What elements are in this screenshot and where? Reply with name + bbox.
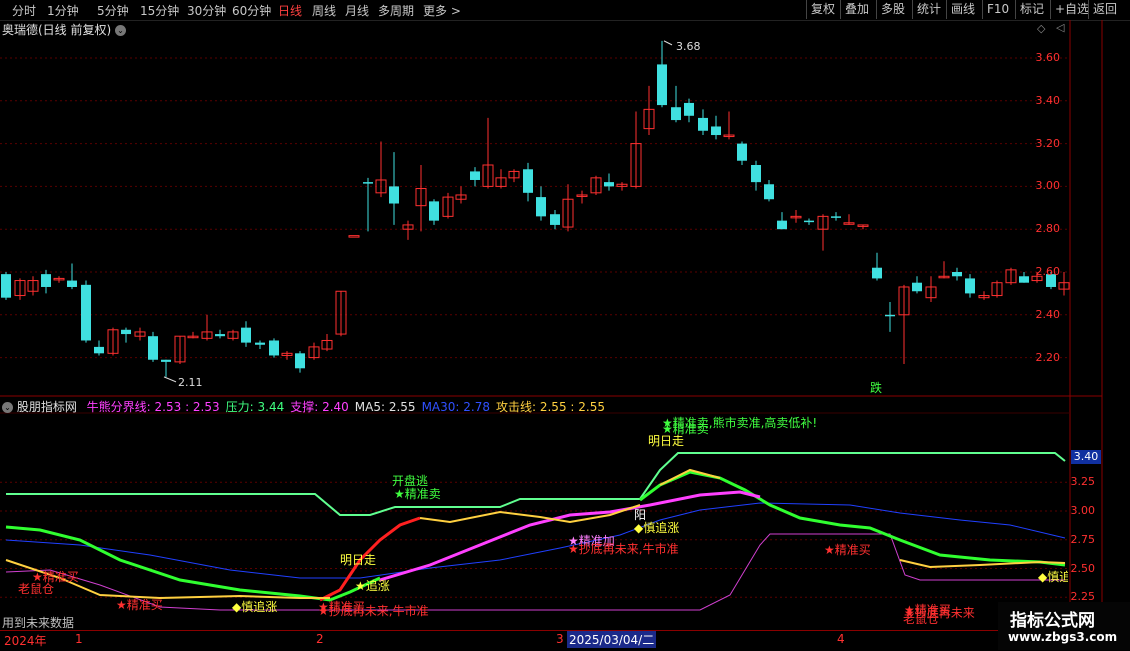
candle-body-down [295, 353, 305, 369]
time-label-month1: 1 [75, 632, 83, 646]
indicator-legend: ⌄ 股朋指标网 牛熊分界线: 2.53 : 2.53 压力: 3.44 支撑: 2.… [2, 398, 611, 414]
indicator-y-label: 3.25 [1070, 475, 1096, 489]
candle-body-down [470, 171, 480, 180]
high-marker-line [663, 40, 673, 46]
candle-body-down [698, 117, 708, 131]
candle-body-down [671, 107, 681, 121]
candle-body-down [657, 64, 667, 106]
main-y-label: 2.60 [1035, 265, 1061, 278]
low-marker-line [163, 376, 177, 383]
legend-item: 支撑: 2.40 [290, 400, 349, 414]
time-label-month2: 2 [316, 632, 324, 646]
ma30-line [5, 502, 1066, 579]
cursor-date-label: 2025/03/04/二 [567, 631, 657, 648]
candle-body-down [751, 165, 761, 183]
low-price-label: 2.11 [178, 376, 203, 389]
signal-annotation: ★精准买 [116, 598, 163, 612]
candle-body-down [81, 284, 91, 341]
candle-body-down [429, 201, 439, 221]
legend-item: 攻击线: 2.55 : 2.55 [496, 400, 605, 414]
time-label-month4: 4 [837, 632, 845, 646]
time-label-year: 2024年 [4, 634, 47, 648]
candle-body-down [604, 182, 614, 187]
signal-annotation: ★抄底再未来,牛市准 [318, 604, 429, 618]
candle-body-down [777, 220, 787, 230]
candle-body-down [121, 329, 131, 335]
main-y-label: 3.60 [1035, 51, 1061, 64]
candle-body-down [94, 346, 104, 354]
signal-annotation: ★抄底再未来,牛市准 [568, 542, 679, 556]
candle-body-down [831, 216, 841, 218]
legend-item: 牛熊分界线: 2.53 : 2.53 [86, 400, 220, 414]
signal-annotation: 明日走 [340, 553, 377, 567]
candle-body-down [269, 340, 279, 356]
signal-annotation: ★精准买 [32, 570, 79, 584]
signal-annotation: ★精准卖 [394, 487, 441, 501]
signal-annotation: ◆慎追涨 [232, 600, 278, 614]
candle-body-down [885, 314, 895, 317]
candle-body-up [348, 235, 360, 238]
candle-body-down [215, 334, 225, 337]
candle-body-down [41, 274, 51, 287]
current-value-badge: 3.40 [1071, 450, 1101, 464]
indicator-y-label: 3.00 [1070, 504, 1096, 517]
candle-body-down [550, 214, 560, 225]
candle-body-down [148, 336, 158, 360]
indicator-y-label: 2.75 [1070, 532, 1096, 546]
candle-body-down [804, 220, 814, 223]
legend-item: MA5: 2.55 [354, 400, 416, 414]
candle-body-down [363, 182, 373, 184]
fall-tag: 跌 [870, 380, 882, 395]
candle-body-down [711, 126, 721, 136]
indicator-menu-icon[interactable]: ⌄ [2, 402, 13, 413]
time-label-month3: 3 [556, 632, 564, 646]
kline-chart[interactable]: 3.68 2.11 跌 [0, 0, 1130, 650]
candle-body-down [161, 359, 171, 362]
candle-body-down [536, 197, 546, 217]
main-y-label: 2.80 [1035, 222, 1061, 236]
signal-annotation: ◆慎追涨 [634, 521, 680, 535]
candle-body-down [389, 186, 399, 204]
high-price-label: 3.68 [676, 40, 701, 53]
future-data-note: 用到未来数据 [2, 616, 75, 630]
watermark-url: www.zbgs3.com [1008, 630, 1118, 644]
indicator-y-label: 2.50 [1070, 561, 1096, 575]
candle-body-down [255, 342, 265, 345]
main-y-label: 3.00 [1035, 179, 1061, 193]
candle-body-down [1019, 276, 1029, 283]
candle-body-down [67, 280, 77, 287]
main-y-label: 3.20 [1035, 136, 1061, 150]
candle-body-down [737, 143, 747, 161]
time-axis: 2024年 1 2 3 2025/03/04/二 4 [0, 630, 1130, 651]
signal-annotation: 老鼠仓 [903, 612, 940, 626]
signal-annotation: ★精准买 [824, 543, 871, 557]
candle-body-down [684, 102, 694, 116]
pressure-line [6, 452, 1066, 516]
watermark-title: 指标公式网 [1010, 611, 1095, 631]
watermark-logo: 指标公式网 www.zbgs3.com [998, 602, 1130, 650]
candle-body-down [764, 184, 774, 200]
candle-body-down [523, 169, 533, 193]
candle-body-down [1, 274, 11, 298]
main-y-label: 2.20 [1035, 350, 1061, 364]
candle-body-down [952, 272, 962, 277]
candle-body-down [965, 278, 975, 294]
candle-body-down [241, 327, 251, 343]
signal-annotation: ★精准卖,熊市卖准,高卖低补! [662, 416, 818, 430]
main-y-label: 2.40 [1035, 307, 1061, 321]
main-y-label: 3.40 [1035, 93, 1061, 107]
signal-annotation: ◆慎追 [1038, 570, 1068, 584]
candle-body-down [872, 267, 882, 279]
candle-body-down [912, 282, 922, 292]
signal-annotation: ★追涨 [355, 579, 390, 593]
indicator-name[interactable]: 股朋指标网 [17, 400, 77, 414]
legend-item: 压力: 3.44 [225, 400, 285, 414]
indicator-y-label: 2.25 [1070, 590, 1096, 604]
legend-item: MA30: 2.78 [421, 400, 490, 414]
